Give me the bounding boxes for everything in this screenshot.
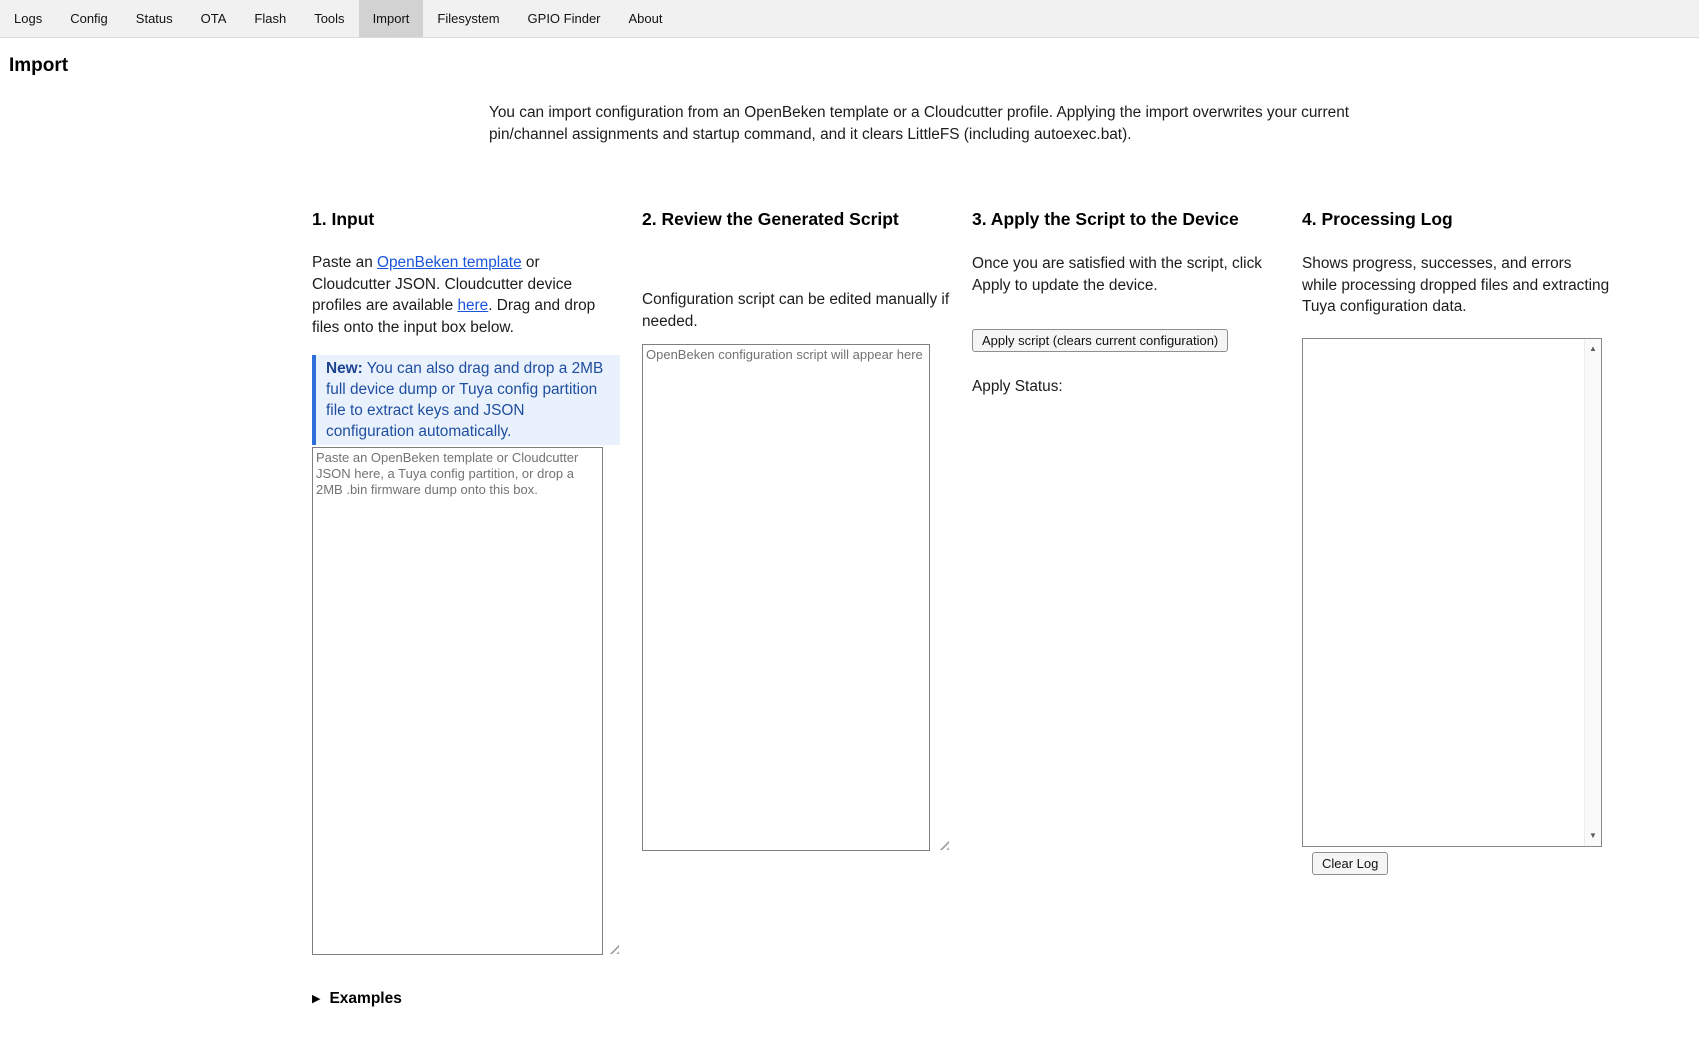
examples-label: Examples	[329, 990, 402, 1007]
tab-about[interactable]: About	[615, 0, 677, 37]
import-page: Logs Config Status OTA Flash Tools Impor…	[0, 0, 1699, 1046]
apply-description: Once you are satisfied with the script, …	[972, 255, 1262, 294]
apply-column: 3. Apply the Script to the Device Once y…	[972, 208, 1280, 396]
import-input-textarea[interactable]	[312, 447, 603, 955]
clear-log-button[interactable]: Clear Log	[1312, 851, 1389, 875]
input-desc-text-1: Paste an	[312, 254, 378, 271]
apply-status-label: Apply Status:	[972, 378, 1063, 395]
tab-status[interactable]: Status	[122, 0, 187, 37]
tab-gpio-finder[interactable]: GPIO Finder	[514, 0, 615, 37]
page-title: Import	[9, 55, 69, 76]
scroll-up-icon[interactable]: ▲	[1585, 344, 1601, 354]
new-feature-note-text: You can also drag and drop a 2MB full de…	[326, 360, 604, 440]
examples-toggle[interactable]: ▶ Examples	[312, 990, 620, 1008]
review-description: Configuration script can be edited manua…	[642, 291, 950, 330]
top-tab-bar: Logs Config Status OTA Flash Tools Impor…	[0, 0, 1699, 38]
log-description: Shows progress, successes, and errors wh…	[1302, 255, 1610, 315]
tab-import[interactable]: Import	[358, 0, 424, 37]
input-heading: 1. Input	[312, 209, 375, 229]
expand-arrow-icon: ▶	[312, 992, 321, 1005]
scroll-down-icon[interactable]: ▼	[1585, 831, 1601, 841]
log-scrollbar[interactable]: ▲ ▼	[1584, 338, 1601, 846]
processing-log-output	[1303, 339, 1584, 846]
resize-grip-icon[interactable]	[936, 837, 949, 850]
openbeken-template-link[interactable]: OpenBeken template	[377, 254, 522, 271]
input-column: 1. Input Paste an OpenBeken template or …	[312, 208, 620, 1008]
input-textarea-wrap	[312, 447, 620, 955]
tab-logs[interactable]: Logs	[0, 0, 56, 37]
new-feature-note: New: You can also drag and drop a 2MB fu…	[312, 355, 620, 445]
import-columns: 1. Input Paste an OpenBeken template or …	[312, 208, 1699, 1008]
tab-filesystem[interactable]: Filesystem	[423, 0, 513, 37]
log-column: 4. Processing Log Shows progress, succes…	[1302, 208, 1610, 875]
tab-tools[interactable]: Tools	[300, 0, 358, 37]
tab-config[interactable]: Config	[56, 0, 122, 37]
input-description: Paste an OpenBeken template or Cloudcutt…	[312, 252, 620, 338]
resize-grip-icon[interactable]	[606, 941, 619, 954]
review-column: 2. Review the Generated Script Configura…	[642, 208, 950, 851]
review-textarea-wrap	[642, 344, 950, 851]
log-heading: 4. Processing Log	[1302, 209, 1453, 229]
cloudcutter-profiles-link[interactable]: here	[457, 297, 488, 314]
tab-flash[interactable]: Flash	[240, 0, 300, 37]
processing-log-box[interactable]: ▲ ▼	[1302, 337, 1602, 847]
tab-ota[interactable]: OTA	[187, 0, 241, 37]
intro-text: You can import configuration from an Ope…	[489, 104, 1350, 143]
review-heading: 2. Review the Generated Script	[642, 209, 899, 229]
generated-script-textarea[interactable]	[642, 344, 930, 851]
new-feature-note-label: New:	[326, 360, 363, 377]
apply-script-button[interactable]: Apply script (clears current configurati…	[972, 329, 1229, 352]
apply-heading: 3. Apply the Script to the Device	[972, 209, 1239, 229]
